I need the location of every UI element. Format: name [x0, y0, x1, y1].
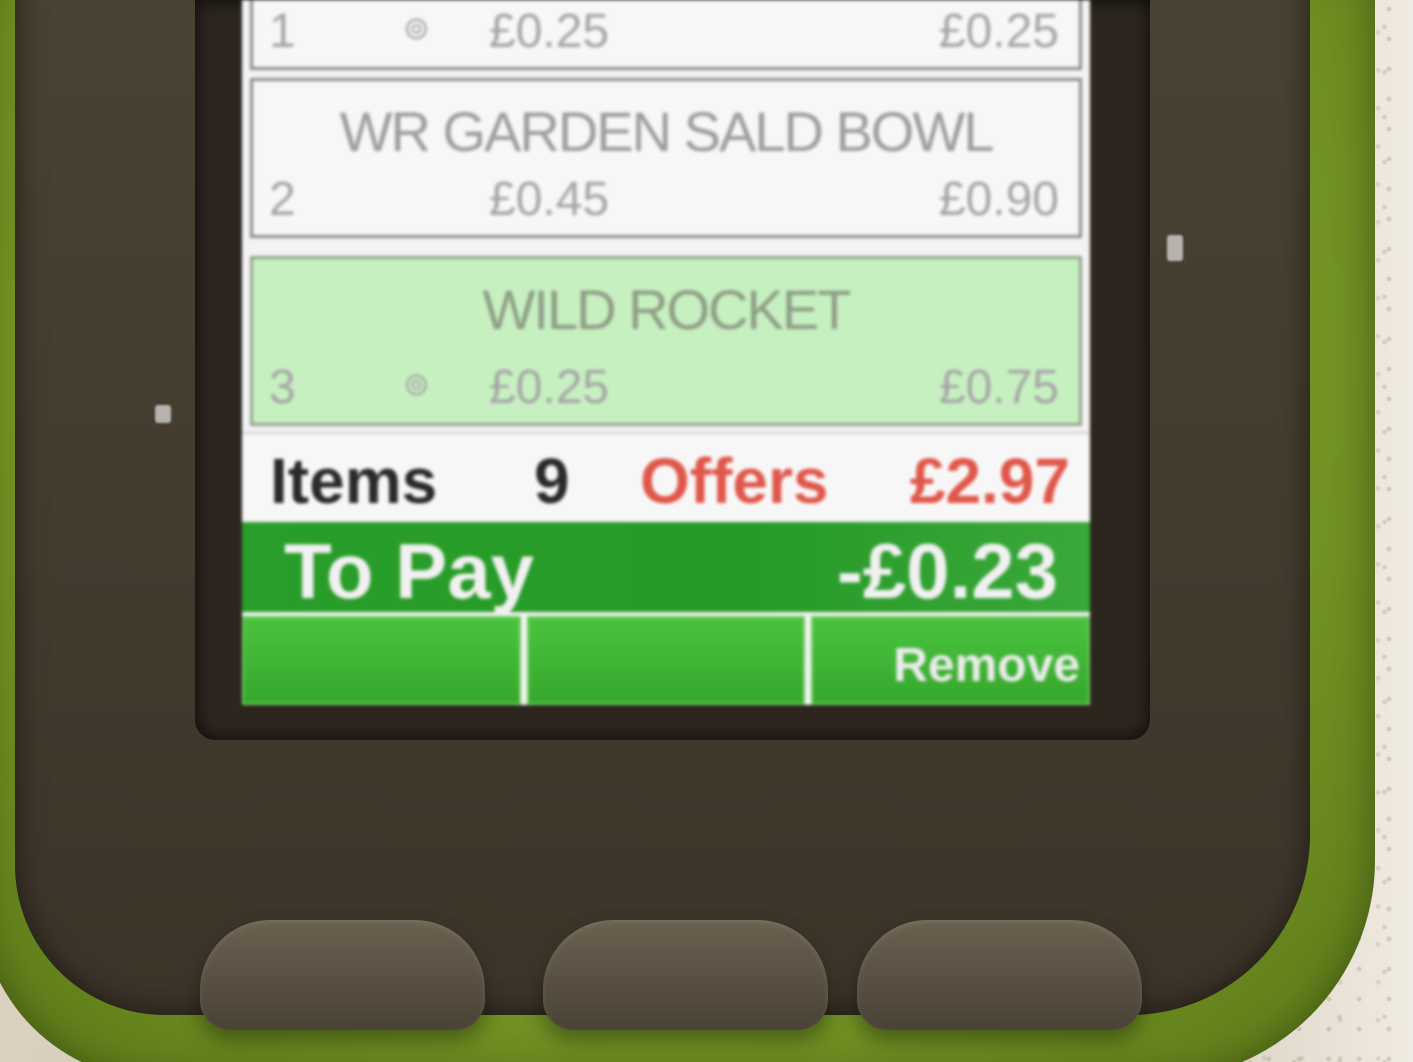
item-quantity: 3 — [269, 361, 296, 414]
to-pay-label: To Pay — [284, 527, 534, 615]
to-pay-bar: To Pay -£0.23 — [242, 522, 1090, 615]
to-pay-amount: -£0.23 — [836, 527, 1058, 615]
item-quantity: 2 — [269, 173, 296, 226]
softkey-left[interactable] — [242, 616, 521, 705]
offer-icon: ⊚ — [403, 10, 430, 46]
softkey-center[interactable] — [526, 616, 806, 705]
basket-screen: 1 ⊚ £0.25 £0.25 WR GARDEN SALD BOWL 2 £0… — [242, 0, 1090, 705]
item-total-price: £0.75 — [938, 361, 1059, 414]
softkey-bar: Remove — [242, 616, 1090, 705]
hardware-key-right[interactable] — [857, 920, 1142, 1030]
item-total-price: £0.90 — [938, 173, 1059, 226]
basket-item-row[interactable]: WR GARDEN SALD BOWL 2 £0.45 £0.90 — [250, 78, 1082, 238]
offer-icon: ⊚ — [403, 366, 430, 402]
hardware-key-left[interactable] — [200, 920, 485, 1030]
hardware-key-center[interactable] — [543, 920, 828, 1030]
items-label: Items — [270, 445, 438, 517]
item-name: WILD ROCKET — [482, 278, 852, 341]
remove-softkey[interactable]: Remove — [811, 616, 1090, 705]
offers-value: £2.97 — [909, 445, 1070, 517]
bezel-marker — [155, 405, 171, 423]
item-name: WR GARDEN SALD BOWL — [339, 100, 995, 163]
item-quantity: 1 — [269, 5, 296, 58]
bezel-marker — [1167, 235, 1183, 261]
remove-softkey-label: Remove — [893, 639, 1081, 692]
item-total-price: £0.25 — [938, 5, 1059, 58]
items-count: 9 — [534, 445, 570, 517]
basket-summary: Items 9 Offers £2.97 — [242, 432, 1090, 524]
scene: 1 ⊚ £0.25 £0.25 WR GARDEN SALD BOWL 2 £0… — [0, 0, 1413, 1062]
item-unit-price: £0.45 — [489, 173, 610, 226]
item-unit-price: £0.25 — [489, 361, 610, 414]
basket-item-row-selected[interactable]: WILD ROCKET 3 ⊚ £0.25 £0.75 — [250, 256, 1082, 426]
offers-label: Offers — [640, 445, 829, 517]
basket-item-row[interactable]: 1 ⊚ £0.25 £0.25 — [250, 0, 1082, 70]
item-unit-price: £0.25 — [489, 5, 610, 58]
